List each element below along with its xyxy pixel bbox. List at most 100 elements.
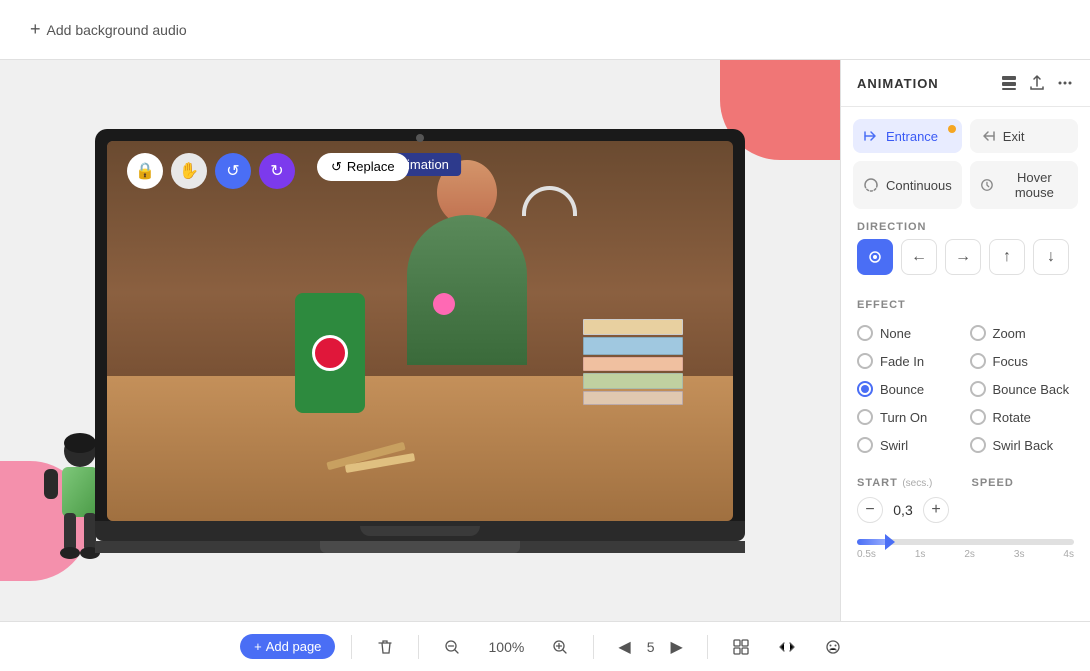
replace-button[interactable]: ↺ Replace (317, 153, 409, 181)
exit-icon (980, 128, 996, 144)
effect-fade-in[interactable]: Fade In (857, 349, 962, 373)
code-icon (778, 638, 796, 656)
continuous-label: Continuous (886, 178, 952, 193)
start-secs: (secs.) (902, 478, 932, 489)
color-icon (824, 638, 842, 656)
separator-2 (418, 635, 419, 659)
effect-swirl[interactable]: Swirl (857, 433, 962, 457)
add-page-button[interactable]: + Add page (240, 634, 335, 659)
animation-panel: ANIMATION (840, 60, 1090, 621)
effect-zoom-label: Zoom (993, 326, 1026, 341)
effect-bounce-back[interactable]: Bounce Back (970, 377, 1075, 401)
effect-turn-on[interactable]: Turn On (857, 405, 962, 429)
zoom-in-button[interactable] (543, 634, 577, 660)
dir-center[interactable] (857, 239, 893, 275)
lock-button[interactable]: 🔒 (127, 153, 163, 189)
effect-rotate[interactable]: Rotate (970, 405, 1075, 429)
prev-page-button[interactable]: ◀ (610, 633, 638, 661)
drag-button[interactable]: ✋ (171, 153, 207, 189)
start-section: START (secs.) − 0,3 + (857, 473, 960, 523)
dir-down[interactable]: ↓ (1033, 239, 1069, 275)
effect-focus-label: Focus (993, 354, 1028, 369)
effect-zoom[interactable]: Zoom (970, 321, 1075, 345)
page-navigation: ◀ 5 ▶ (610, 633, 690, 661)
tab-entrance[interactable]: Entrance (853, 119, 962, 153)
laptop: Animation 🔒 ✋ ↺ ↻ ↺ Replace (95, 129, 745, 553)
canvas-area[interactable]: Animation 🔒 ✋ ↺ ↻ ↺ Replace (0, 60, 840, 621)
start-increment[interactable]: + (923, 497, 949, 523)
effect-none[interactable]: None (857, 321, 962, 345)
tab-exit[interactable]: Exit (970, 119, 1078, 153)
radio-swirl-back (970, 437, 986, 453)
effect-fade-in-label: Fade In (880, 354, 924, 369)
effect-bounce[interactable]: Bounce (857, 377, 962, 401)
add-page-plus: + (254, 639, 262, 654)
add-audio-button[interactable]: + Add background audio (20, 13, 197, 46)
direction-label: DIRECTION (841, 209, 1090, 239)
speed-slider-wrapper: 0.5s 1s 2s 3s 4s (841, 539, 1090, 576)
more-button[interactable] (1056, 74, 1074, 92)
color-button[interactable] (816, 634, 850, 660)
code-view-button[interactable] (770, 634, 804, 660)
screen-content (107, 141, 733, 521)
effect-rotate-label: Rotate (993, 410, 1031, 425)
start-speed-row: START (secs.) − 0,3 + SPEED (841, 469, 1090, 531)
start-decrement[interactable]: − (857, 497, 883, 523)
effect-swirl-back-label: Swirl Back (993, 438, 1054, 453)
start-value: 0,3 (889, 502, 917, 518)
bottom-toolbar: + Add page 100% ◀ 5 ▶ (0, 621, 1090, 671)
radio-rotate (970, 409, 986, 425)
effect-turn-on-label: Turn On (880, 410, 927, 425)
tick-1: 1s (915, 549, 926, 560)
tab-continuous[interactable]: Continuous (853, 161, 962, 209)
tick-2: 2s (964, 549, 975, 560)
dir-left[interactable]: ← (901, 239, 937, 275)
tab-hover[interactable]: Hover mouse (970, 161, 1078, 209)
more-icon (1056, 74, 1074, 92)
grid-view-button[interactable] (724, 634, 758, 660)
effect-swirl-back[interactable]: Swirl Back (970, 433, 1075, 457)
entrance-label: Entrance (886, 129, 938, 144)
center-icon (867, 249, 883, 265)
next-page-button[interactable]: ▶ (663, 633, 691, 661)
hover-label: Hover mouse (1001, 170, 1068, 200)
hover-icon (980, 177, 994, 193)
active-dot (948, 125, 956, 133)
laptop-stand (95, 541, 745, 553)
layers-button[interactable] (1000, 74, 1018, 92)
delete-button[interactable] (368, 634, 402, 660)
panel-header-icons (1000, 74, 1074, 92)
pink-dot-1 (433, 293, 455, 315)
export-button[interactable] (1028, 74, 1046, 92)
laptop-foot (320, 541, 520, 553)
laptop-base (95, 521, 745, 541)
top-bar: + Add background audio (0, 0, 1090, 60)
speed-thumb (885, 534, 895, 550)
separator-1 (351, 635, 352, 659)
animation-button[interactable]: ↻ (259, 153, 295, 189)
zoom-out-icon (443, 638, 461, 656)
effect-options: None Zoom Fade In Focus Boun (841, 317, 1090, 469)
add-page-label: Add page (266, 639, 322, 654)
radio-zoom (970, 325, 986, 341)
exit-label: Exit (1003, 129, 1025, 144)
radio-bounce-fill (861, 385, 869, 393)
radio-focus (970, 353, 986, 369)
radio-swirl (857, 437, 873, 453)
effect-bounce-label: Bounce (880, 382, 924, 397)
direction-buttons: ← → ↑ ↓ (841, 239, 1090, 287)
phone-element (295, 293, 365, 413)
animation-type-tabs: Entrance Exit Continuous (841, 107, 1090, 209)
panel-header: ANIMATION (841, 60, 1090, 107)
zoom-level: 100% (481, 639, 531, 655)
speed-track[interactable] (857, 539, 1074, 545)
dir-right[interactable]: → (945, 239, 981, 275)
rotate-button[interactable]: ↺ (215, 153, 251, 189)
effect-focus[interactable]: Focus (970, 349, 1075, 373)
radio-fade-in (857, 353, 873, 369)
dir-up[interactable]: ↑ (989, 239, 1025, 275)
effect-bounce-back-label: Bounce Back (993, 382, 1070, 397)
zoom-out-button[interactable] (435, 634, 469, 660)
layers-icon (1000, 74, 1018, 92)
laptop-screen[interactable]: Animation 🔒 ✋ ↺ ↻ ↺ Replace (107, 141, 733, 521)
